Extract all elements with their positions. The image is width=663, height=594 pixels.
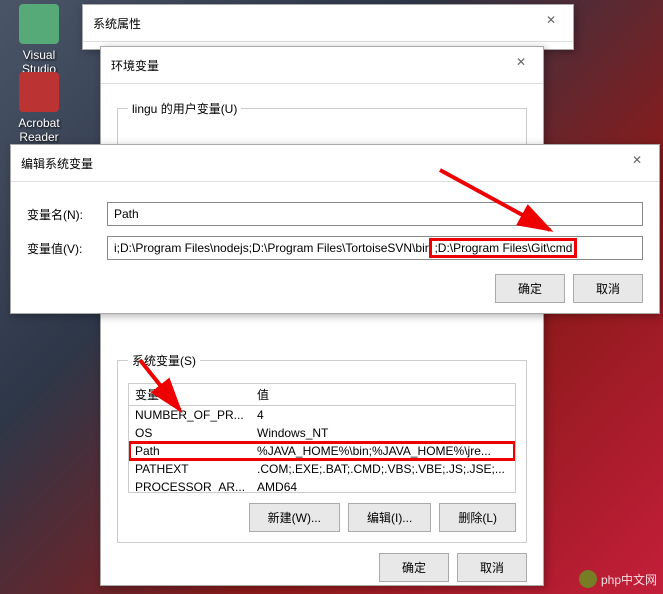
- env-vars-dialog: 环境变量 ✕ lingu 的用户变量(U) 系统变量(S) 变量 值 NUMBE…: [100, 46, 544, 586]
- close-icon[interactable]: ✕: [625, 153, 649, 173]
- close-icon[interactable]: ✕: [539, 13, 563, 33]
- var-name-input[interactable]: [107, 202, 643, 226]
- system-vars-table-container[interactable]: 变量 值 NUMBER_OF_PR...4 OSWindows_NT Path%…: [128, 383, 516, 493]
- dialog-title-text: 系统属性: [93, 15, 141, 32]
- cancel-button[interactable]: 取消: [457, 553, 527, 582]
- value-prefix: i;D:\Program Files\nodejs;D:\Program Fil…: [108, 241, 431, 255]
- table-row[interactable]: NUMBER_OF_PR...4: [129, 406, 515, 425]
- col-variable[interactable]: 变量: [129, 384, 251, 406]
- pdf-icon: [19, 72, 59, 112]
- col-value[interactable]: 值: [251, 384, 515, 406]
- dialog-title-text: 环境变量: [111, 57, 159, 74]
- dialog-titlebar: 编辑系统变量 ✕: [11, 145, 659, 182]
- table-row[interactable]: PATHEXT.COM;.EXE;.BAT;.CMD;.VBS;.VBE;.JS…: [129, 460, 515, 478]
- table-row[interactable]: OSWindows_NT: [129, 424, 515, 442]
- edit-system-var-dialog: 编辑系统变量 ✕ 变量名(N): 变量值(V): i;D:\Program Fi…: [10, 144, 660, 314]
- var-value-input[interactable]: i;D:\Program Files\nodejs;D:\Program Fil…: [107, 236, 643, 260]
- system-vars-fieldset: 系统变量(S) 变量 值 NUMBER_OF_PR...4 OSWindows_…: [117, 352, 527, 543]
- delete-button[interactable]: 删除(L): [439, 503, 516, 532]
- new-button[interactable]: 新建(W)...: [249, 503, 340, 532]
- php-logo-icon: [579, 570, 597, 588]
- system-properties-dialog: 系统属性 ✕: [82, 4, 574, 50]
- system-vars-legend: 系统变量(S): [128, 352, 200, 369]
- ok-button[interactable]: 确定: [379, 553, 449, 582]
- edit-button[interactable]: 编辑(I)...: [348, 503, 431, 532]
- var-value-label: 变量值(V):: [27, 240, 87, 257]
- dialog-titlebar: 环境变量 ✕: [101, 47, 543, 84]
- user-vars-legend: lingu 的用户变量(U): [128, 100, 241, 117]
- vscode-icon: [19, 4, 59, 44]
- watermark: php中文网: [579, 570, 657, 588]
- table-row[interactable]: PROCESSOR_AR...AMD64: [129, 478, 515, 493]
- value-highlight-git: ;D:\Program Files\Git\cmd: [429, 238, 577, 258]
- cancel-button[interactable]: 取消: [573, 274, 643, 303]
- close-icon[interactable]: ✕: [509, 55, 533, 75]
- watermark-text: php中文网: [601, 571, 657, 588]
- table-row-path[interactable]: Path%JAVA_HOME%\bin;%JAVA_HOME%\jre...: [129, 442, 515, 460]
- var-name-label: 变量名(N):: [27, 206, 87, 223]
- dialog-titlebar: 系统属性 ✕: [83, 5, 573, 42]
- dialog-title-text: 编辑系统变量: [21, 155, 93, 172]
- system-vars-table: 变量 值 NUMBER_OF_PR...4 OSWindows_NT Path%…: [129, 384, 515, 493]
- ok-button[interactable]: 确定: [495, 274, 565, 303]
